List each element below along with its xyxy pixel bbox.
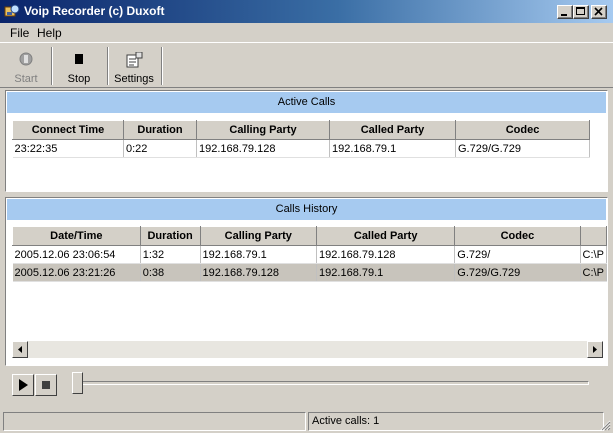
column-header-codec[interactable]: Codec xyxy=(455,120,590,140)
cell-calling-party: 192.168.79.128 xyxy=(196,139,330,158)
cell-codec: G.729/G.729 xyxy=(455,139,590,158)
stop-button[interactable]: Stop xyxy=(54,46,104,86)
close-icon xyxy=(594,7,603,16)
play-button[interactable] xyxy=(12,374,34,396)
column-header-codec[interactable]: Codec xyxy=(454,226,581,246)
stop-label: Stop xyxy=(67,73,91,85)
column-header-connect-time[interactable]: Connect Time xyxy=(12,120,124,140)
active-calls-table: Connect Time Duration Calling Party Call… xyxy=(12,120,590,158)
status-active-calls: Active calls: 1 xyxy=(308,412,604,431)
cell-called-party: 192.168.79.1 xyxy=(329,139,456,158)
arrow-left-icon xyxy=(18,346,22,353)
settings-button[interactable]: Settings xyxy=(110,46,158,86)
column-header-duration[interactable]: Duration xyxy=(139,226,201,246)
resize-grip-icon[interactable] xyxy=(600,420,611,431)
cell-called-party: 192.168.79.128 xyxy=(316,245,456,264)
stop-icon xyxy=(42,381,50,389)
column-header-file[interactable] xyxy=(579,226,608,246)
settings-label: Settings xyxy=(114,73,154,85)
cell-file: C:\P xyxy=(580,245,608,264)
table-row[interactable]: 2005.12.06 23:06:54 1:32 192.168.79.1 19… xyxy=(12,245,608,264)
toolbar-separator xyxy=(107,47,109,85)
menu-help[interactable]: Help xyxy=(37,26,62,40)
status-bar: Active calls: 1 xyxy=(0,410,613,433)
column-header-calling-party[interactable]: Calling Party xyxy=(196,120,330,140)
stop-playback-button[interactable] xyxy=(35,374,57,396)
calls-history-header: Calls History xyxy=(7,199,606,220)
calls-history-panel: Calls History Date/Time Duration Calling… xyxy=(5,197,608,366)
window-title: Voip Recorder (c) Duxoft xyxy=(24,4,165,18)
column-header-duration[interactable]: Duration xyxy=(123,120,197,140)
record-icon xyxy=(19,52,33,66)
column-header-called-party[interactable]: Called Party xyxy=(316,226,456,246)
minimize-icon xyxy=(561,14,567,16)
play-icon xyxy=(19,379,28,391)
menu-file[interactable]: File xyxy=(10,26,29,40)
start-button[interactable]: Start xyxy=(4,46,48,86)
status-pane-main xyxy=(3,412,306,431)
maximize-button[interactable] xyxy=(573,5,589,19)
table-row-selected[interactable]: 2005.12.06 23:21:26 0:38 192.168.79.128 … xyxy=(12,263,608,282)
cell-connect-time: 23:22:35 xyxy=(12,139,124,158)
active-calls-header: Active Calls xyxy=(7,92,606,113)
toolbar-separator xyxy=(161,47,163,85)
maximize-icon xyxy=(576,7,585,15)
title-bar[interactable]: Voip Recorder (c) Duxoft xyxy=(0,0,613,23)
cell-file: C:\P xyxy=(580,263,608,282)
horizontal-scrollbar[interactable] xyxy=(12,341,603,358)
cell-duration: 0:38 xyxy=(140,263,201,282)
cell-duration: 1:32 xyxy=(140,245,201,264)
cell-calling-party: 192.168.79.128 xyxy=(200,263,318,282)
cell-called-party: 192.168.79.1 xyxy=(316,263,456,282)
calls-history-table: Date/Time Duration Calling Party Called … xyxy=(12,226,608,282)
close-button[interactable] xyxy=(591,5,607,19)
stop-icon xyxy=(75,54,83,64)
cell-codec: G.729/ xyxy=(454,245,581,264)
seek-track[interactable] xyxy=(76,381,589,385)
cell-codec: G.729/G.729 xyxy=(454,263,581,282)
cell-calling-party: 192.168.79.1 xyxy=(200,245,318,264)
scroll-left-button[interactable] xyxy=(12,341,28,358)
arrow-right-icon xyxy=(593,346,597,353)
column-header-called-party[interactable]: Called Party xyxy=(329,120,456,140)
column-header-date-time[interactable]: Date/Time xyxy=(12,226,141,246)
scroll-right-button[interactable] xyxy=(587,341,603,358)
toolbar-separator xyxy=(51,47,53,85)
active-calls-panel: Active Calls Connect Time Duration Calli… xyxy=(5,90,608,192)
settings-icon xyxy=(126,52,143,68)
toolbar: Start Stop Settings xyxy=(0,42,613,88)
column-header-calling-party[interactable]: Calling Party xyxy=(199,226,318,246)
start-label: Start xyxy=(14,73,38,85)
seek-slider-thumb[interactable] xyxy=(72,372,83,394)
app-icon xyxy=(4,4,20,17)
minimize-button[interactable] xyxy=(557,5,573,19)
cell-date-time: 2005.12.06 23:06:54 xyxy=(12,245,141,264)
table-row[interactable]: 23:22:35 0:22 192.168.79.128 192.168.79.… xyxy=(12,139,590,158)
cell-duration: 0:22 xyxy=(123,139,197,158)
menu-bar: File Help xyxy=(0,23,613,42)
cell-date-time: 2005.12.06 23:21:26 xyxy=(12,263,141,282)
